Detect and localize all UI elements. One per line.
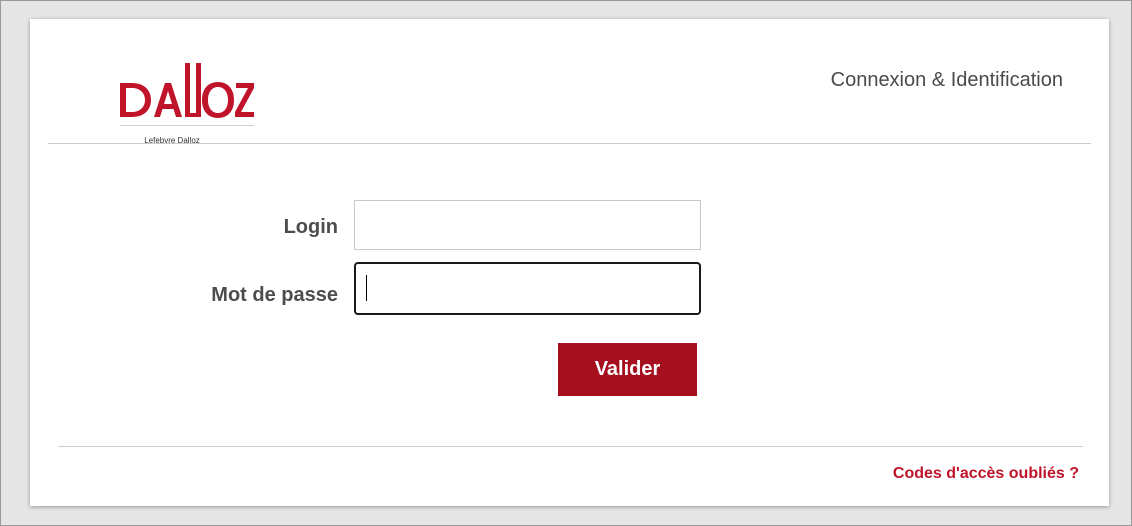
page-background: Lefebvre Dalloz Connexion & Identificati…: [0, 0, 1132, 526]
text-cursor: [366, 275, 367, 301]
forgot-credentials-link[interactable]: Codes d'accès oubliés ?: [893, 465, 1079, 483]
dalloz-logo: Lefebvre Dalloz: [90, 57, 254, 149]
dalloz-logo-mark: [120, 63, 254, 126]
password-label: Mot de passe: [211, 284, 338, 306]
footer-divider: [58, 446, 1083, 447]
submit-button[interactable]: Valider: [558, 343, 697, 396]
login-input[interactable]: [354, 200, 701, 250]
header-divider: [48, 143, 1091, 144]
page-title: Connexion & Identification: [830, 69, 1063, 91]
login-card: Lefebvre Dalloz Connexion & Identificati…: [30, 19, 1109, 506]
password-input[interactable]: [354, 262, 701, 315]
login-label: Login: [283, 216, 338, 238]
